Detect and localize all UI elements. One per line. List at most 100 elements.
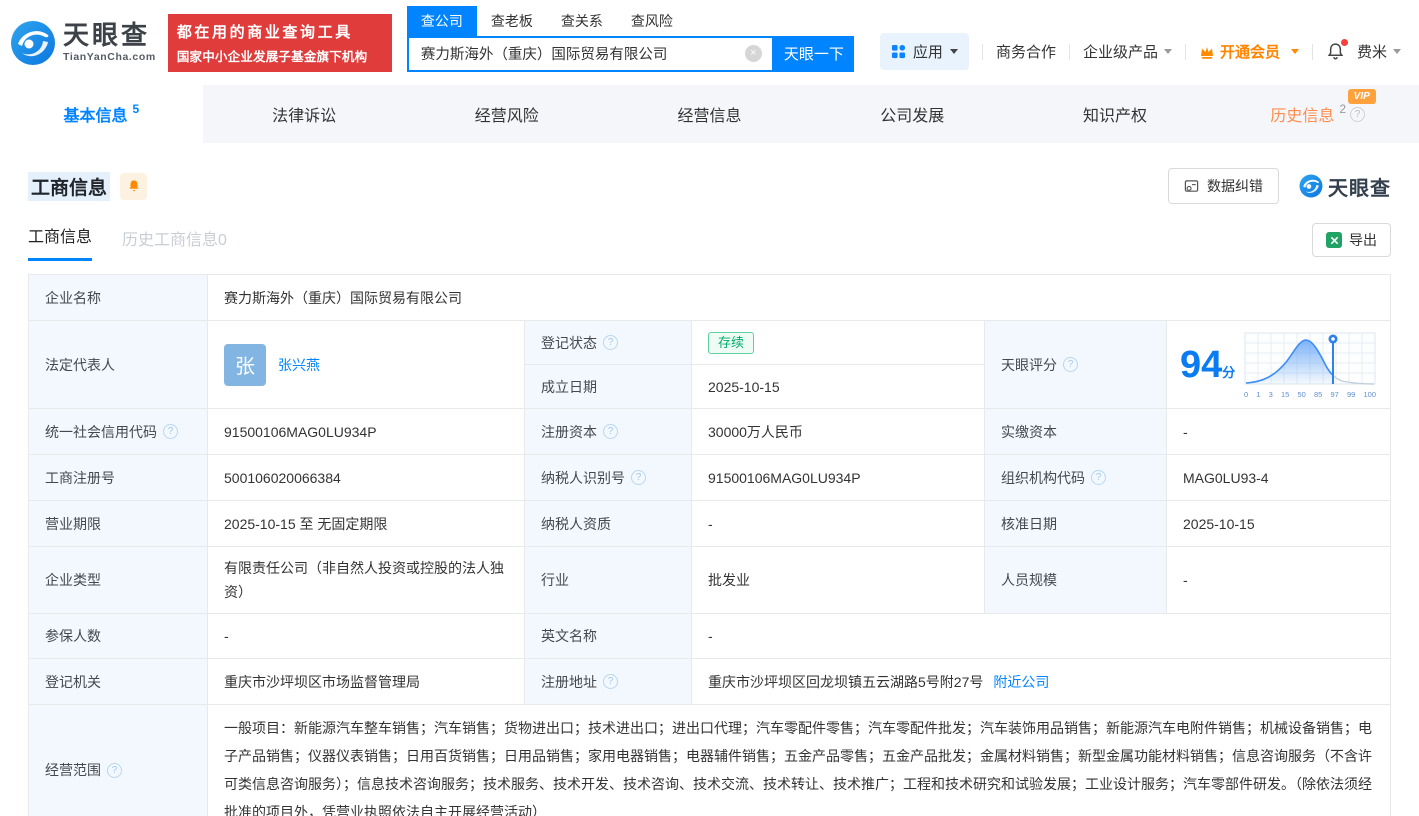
subtab-history-business-info[interactable]: 历史工商信息0 (122, 226, 227, 261)
tick: 100 (1363, 390, 1376, 399)
tick: 99 (1347, 390, 1355, 399)
tab-company-development[interactable]: 公司发展 (811, 85, 1014, 143)
nav-user-menu[interactable]: 费米 (1357, 41, 1401, 62)
tianyancha-logo[interactable]: 天眼查 TianYanCha.com (10, 20, 156, 66)
tab-basic-info[interactable]: 基本信息 5 (0, 85, 203, 143)
help-icon[interactable]: ? (1350, 107, 1365, 122)
legal-rep-avatar[interactable]: 张 (224, 344, 266, 386)
bell-curve-chart (1243, 331, 1377, 389)
org-code-value: MAG0LU93-4 (1167, 455, 1390, 500)
banner-line1: 都在用的商业查询工具 (177, 21, 383, 42)
field-label: 企业名称 (29, 275, 208, 320)
taxpayer-id-label: 纳税人识别号 (541, 468, 625, 488)
apps-menu[interactable]: 应用 (880, 33, 969, 70)
data-correction-icon (1184, 179, 1199, 194)
field-label: 营业期限 (29, 501, 208, 546)
search-input[interactable] (419, 45, 745, 63)
nav-enterprise-products[interactable]: 企业级产品 (1083, 41, 1172, 62)
field-label: 成立日期 (525, 365, 692, 408)
address-cell: 重庆市沙坪坝区回龙坝镇五云湖路5号附27号 附近公司 (692, 659, 1390, 704)
score-value: 94 (1180, 344, 1222, 386)
score-distribution-chart: 0 1 3 15 50 85 97 99 100 (1243, 331, 1377, 399)
nav-cooperation[interactable]: 商务合作 (996, 41, 1056, 62)
search-tab-relation[interactable]: 查关系 (547, 6, 617, 36)
notification-dot (1341, 39, 1348, 46)
table-row: 参保人数 - 英文名称 - (29, 614, 1390, 659)
tab-operating-risk[interactable]: 经营风险 (405, 85, 608, 143)
divider (1312, 44, 1313, 60)
tab-label: 法律诉讼 (272, 102, 336, 126)
tab-label: 基本信息 (64, 102, 128, 126)
company-type-value: 有限责任公司（非自然人投资或控股的法人独资） (208, 547, 525, 613)
credit-code-label: 统一社会信用代码 (45, 422, 157, 442)
search-tab-boss[interactable]: 查老板 (477, 6, 547, 36)
field-label: 注册地址 ? (525, 659, 692, 704)
help-icon[interactable]: ? (603, 335, 618, 350)
field-label: 统一社会信用代码 ? (29, 409, 208, 454)
crown-icon (1199, 44, 1215, 60)
tab-history-info[interactable]: VIP 历史信息 2 ? (1216, 85, 1419, 143)
tick: 97 (1330, 390, 1338, 399)
search-field: × (407, 36, 774, 72)
credit-code-value: 91500106MAG0LU934P (208, 409, 525, 454)
taxpayer-quality-value: - (692, 501, 985, 546)
table-row: 统一社会信用代码 ? 91500106MAG0LU934P 注册资本 ? 300… (29, 409, 1390, 455)
help-icon[interactable]: ? (107, 763, 122, 778)
export-label: 导出 (1349, 230, 1377, 250)
insured-value: - (208, 614, 525, 658)
help-icon[interactable]: ? (163, 424, 178, 439)
tick: 50 (1297, 390, 1305, 399)
field-label: 核准日期 (985, 501, 1167, 546)
scope-label: 经营范围 (45, 760, 101, 780)
field-label: 法定代表人 (29, 321, 208, 408)
excel-icon (1326, 232, 1342, 248)
legal-rep-link[interactable]: 张兴燕 (278, 355, 320, 375)
field-label: 注册资本 ? (525, 409, 692, 454)
help-icon[interactable]: ? (603, 674, 618, 689)
score-cell: 94分 (1167, 321, 1390, 408)
english-name-value: - (692, 614, 1390, 658)
notifications-bell[interactable] (1326, 42, 1345, 61)
tab-legal-proceedings[interactable]: 法律诉讼 (203, 85, 406, 143)
table-row: 工商注册号 500106020066384 纳税人识别号 ? 91500106M… (29, 455, 1390, 501)
search-tab-company[interactable]: 查公司 (407, 6, 477, 36)
tianyancha-logo-icon (10, 20, 56, 66)
apps-grid-icon (891, 44, 906, 59)
help-icon[interactable]: ? (631, 470, 646, 485)
monitor-bell-button[interactable] (120, 173, 147, 200)
table-row: 登记机关 重庆市沙坪坝区市场监督管理局 注册地址 ? 重庆市沙坪坝区回龙坝镇五云… (29, 659, 1390, 705)
help-icon[interactable]: ? (1063, 357, 1078, 372)
export-button[interactable]: 导出 (1312, 223, 1391, 257)
header: 天眼查 TianYanCha.com 都在用的商业查询工具 国家中小企业发展子基… (0, 0, 1419, 85)
term-value: 2025-10-15 至 无固定期限 (208, 501, 525, 546)
reg-authority-value: 重庆市沙坪坝区市场监督管理局 (208, 659, 525, 704)
banner-line2: 国家中小企业发展子基金旗下机构 (177, 46, 383, 65)
established-value: 2025-10-15 (692, 365, 985, 408)
tick: 85 (1314, 390, 1322, 399)
table-row: 法定代表人 张 张兴燕 登记状态 ? 存续 成立日期 2025-10-1 (29, 321, 1390, 409)
subtab-business-info[interactable]: 工商信息 (28, 223, 92, 261)
table-row: 企业类型 有限责任公司（非自然人投资或控股的法人独资） 行业 批发业 人员规模 … (29, 547, 1390, 614)
help-icon[interactable]: ? (1091, 470, 1106, 485)
org-code-label: 组织机构代码 (1001, 468, 1085, 488)
nav-open-vip[interactable]: 开通会员 (1199, 41, 1299, 62)
data-correction-button[interactable]: 数据纠错 (1168, 168, 1279, 204)
nearby-companies-link[interactable]: 附近公司 (993, 672, 1049, 692)
help-icon[interactable]: ? (603, 424, 618, 439)
apps-label: 应用 (913, 41, 943, 62)
reg-capital-label: 注册资本 (541, 422, 597, 442)
clear-search-icon[interactable]: × (745, 45, 762, 62)
chevron-down-icon (950, 49, 958, 54)
watermark-logo: 天眼查 (1299, 172, 1391, 201)
field-label: 企业类型 (29, 547, 208, 613)
chevron-down-icon (1393, 49, 1401, 54)
tab-intellectual-property[interactable]: 知识产权 (1014, 85, 1217, 143)
reg-number-value: 500106020066384 (208, 455, 525, 500)
search-tab-risk[interactable]: 查风险 (617, 6, 687, 36)
field-label: 参保人数 (29, 614, 208, 658)
tick: 15 (1281, 390, 1289, 399)
tab-operating-info[interactable]: 经营信息 (608, 85, 811, 143)
tianyancha-logo-icon (1299, 174, 1323, 198)
search-button[interactable]: 天眼一下 (774, 36, 854, 72)
tab-label: 历史信息 (1270, 102, 1334, 126)
